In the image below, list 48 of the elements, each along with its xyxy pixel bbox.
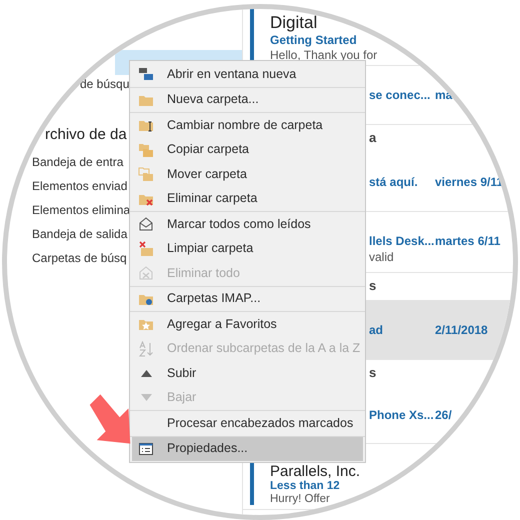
envelope-delete-icon [138,265,154,282]
menu-item[interactable]: Copiar carpeta [132,138,363,162]
message-preview: Hurry! Offer [270,493,330,506]
folder-item[interactable]: Elementos enviad [32,174,128,198]
message-sender: s [369,365,376,381]
message-subject: stá aquí. [369,174,419,190]
menu-item[interactable]: Propiedades... [132,436,363,461]
folders-icon [138,142,154,158]
section-heading: rchivo de da [45,125,127,145]
menu-item[interactable]: Limpiar carpeta [132,236,363,261]
arrow-icon [88,392,132,446]
message-subject: se conec... [369,87,432,104]
folder-item[interactable]: Bandeja de salida [32,222,128,246]
message-subject: Less than 12 [270,480,340,493]
message-date: martes 6/11 [435,233,500,250]
menu-item[interactable]: Nueva carpeta... [132,88,363,112]
message-subject: ad [369,322,384,338]
message-date: 2/11/2018 [435,322,488,338]
menu-item[interactable]: Subir [132,361,363,386]
menu-item[interactable]: Abrir en ventana nueva [132,62,363,86]
menu-item[interactable]: Procesar encabezados marcados [132,411,363,436]
menu-item[interactable]: Cambiar nombre de carpeta [132,113,363,138]
message-sender: s [369,278,376,294]
envelope-icon [138,216,154,232]
message-sender: Parallels, Inc. [270,463,360,480]
menu-item[interactable]: Agregar a Favoritos [132,312,363,336]
properties-icon [138,440,154,457]
message-subject: Getting Started [270,33,357,48]
message-subject: Phone Xs... [369,407,435,424]
message-sender: Digital [270,13,318,33]
menu-item[interactable]: Marcar todos como leídos [132,212,363,236]
message-date: 26/ [435,407,452,424]
folder-item[interactable]: Carpetas de búsq [32,246,127,270]
folder-item[interactable]: Bandeja de entra [32,150,124,174]
sort-icon [138,340,154,357]
folder-item[interactable]: Elementos elimina [32,198,130,222]
message-subject: llels Desk... [369,233,435,250]
message-preview: Hello, Thank you for [270,48,378,63]
menu-item[interactable]: Eliminar carpeta [132,186,363,211]
up-triangle-icon [140,370,152,377]
message-sender: a [369,130,376,146]
down-triangle-icon [140,394,152,402]
message-preview: valid [369,250,394,265]
folders-icon [138,166,154,182]
windows-icon [138,66,154,82]
menu-item[interactable]: Carpetas IMAP... [132,286,363,311]
folder-label: de búsqu [80,76,130,92]
menu-item[interactable]: Mover carpeta [132,162,363,186]
